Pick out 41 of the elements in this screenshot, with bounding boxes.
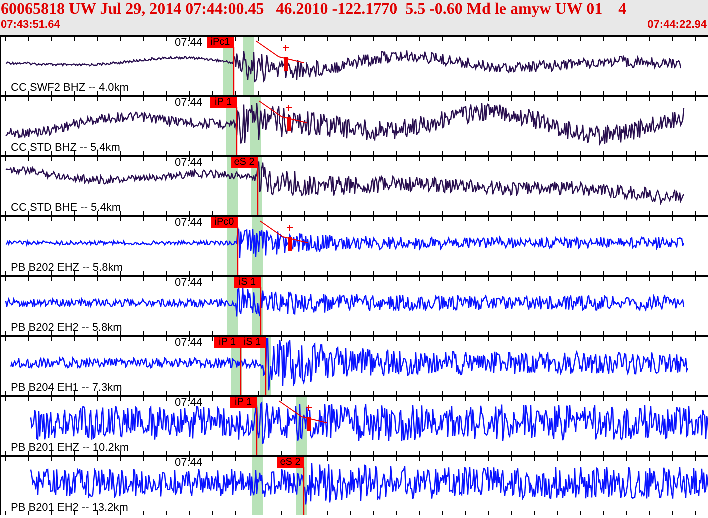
pick-flag[interactable]: iP 1	[230, 397, 257, 408]
pick-flag[interactable]: iP 1	[210, 97, 237, 108]
pick-flag[interactable]: iP 1	[214, 337, 241, 348]
pick-flag[interactable]: iS 1	[239, 337, 266, 348]
pick-line	[236, 107, 238, 155]
amplitude-marker-drawing	[256, 40, 304, 71]
pick-line	[237, 227, 239, 275]
pick-line	[240, 347, 242, 395]
pick-flag[interactable]: iS 1	[234, 277, 261, 288]
pick-line	[303, 467, 305, 515]
time-label: 07:44	[175, 218, 203, 229]
pick-line	[265, 347, 267, 395]
pick-line	[233, 47, 235, 95]
pick-line	[257, 167, 259, 215]
time-label: 07:44	[175, 458, 203, 469]
time-label: 07:44	[175, 338, 203, 349]
end-time: 07:44:22.94	[648, 19, 707, 32]
time-label: 07:44	[175, 398, 203, 409]
amplitude-marker-drawing	[258, 100, 308, 131]
station-label: PB B201 EHZ -- 10.2km	[11, 442, 129, 454]
amplitude-marker-drawing	[260, 220, 308, 251]
time-label: 07:44	[175, 98, 203, 109]
time-label: 07:44	[175, 278, 203, 289]
start-time: 07:43:51.64	[1, 19, 60, 32]
station-label: CC STD BHE -- 5.4km	[11, 202, 122, 214]
pick-flag[interactable]: iPc0	[211, 217, 238, 228]
pick-flag[interactable]: eS 2	[231, 157, 258, 168]
amplitude-marker-drawing	[278, 400, 328, 431]
pick-line	[260, 287, 262, 335]
station-label: PB B204 EH1 -- 7.3km	[11, 382, 122, 394]
event-title: 60065818 UW Jul 29, 2014 07:44:00.45 46.2010 -122.1770 5.5 -0.60 Md le amyw UW 01 4	[0, 0, 628, 19]
pick-flag[interactable]: iPc1	[207, 37, 234, 48]
pick-flag[interactable]: eS 2	[277, 457, 304, 468]
time-label: 07:44	[175, 38, 203, 49]
time-label: 07:44	[175, 158, 203, 169]
station-label: CC STD BHZ -- 5.4km	[11, 142, 120, 154]
station-label: PB B202 EHZ -- 5.8km	[11, 262, 123, 274]
station-label: PB B201 EH2 -- 13.2km	[11, 502, 128, 514]
station-label: CC SWF2 BHZ -- 4.0km	[11, 82, 129, 94]
station-label: PB B202 EH2 -- 5.8km	[11, 322, 122, 334]
pick-line	[256, 407, 258, 455]
